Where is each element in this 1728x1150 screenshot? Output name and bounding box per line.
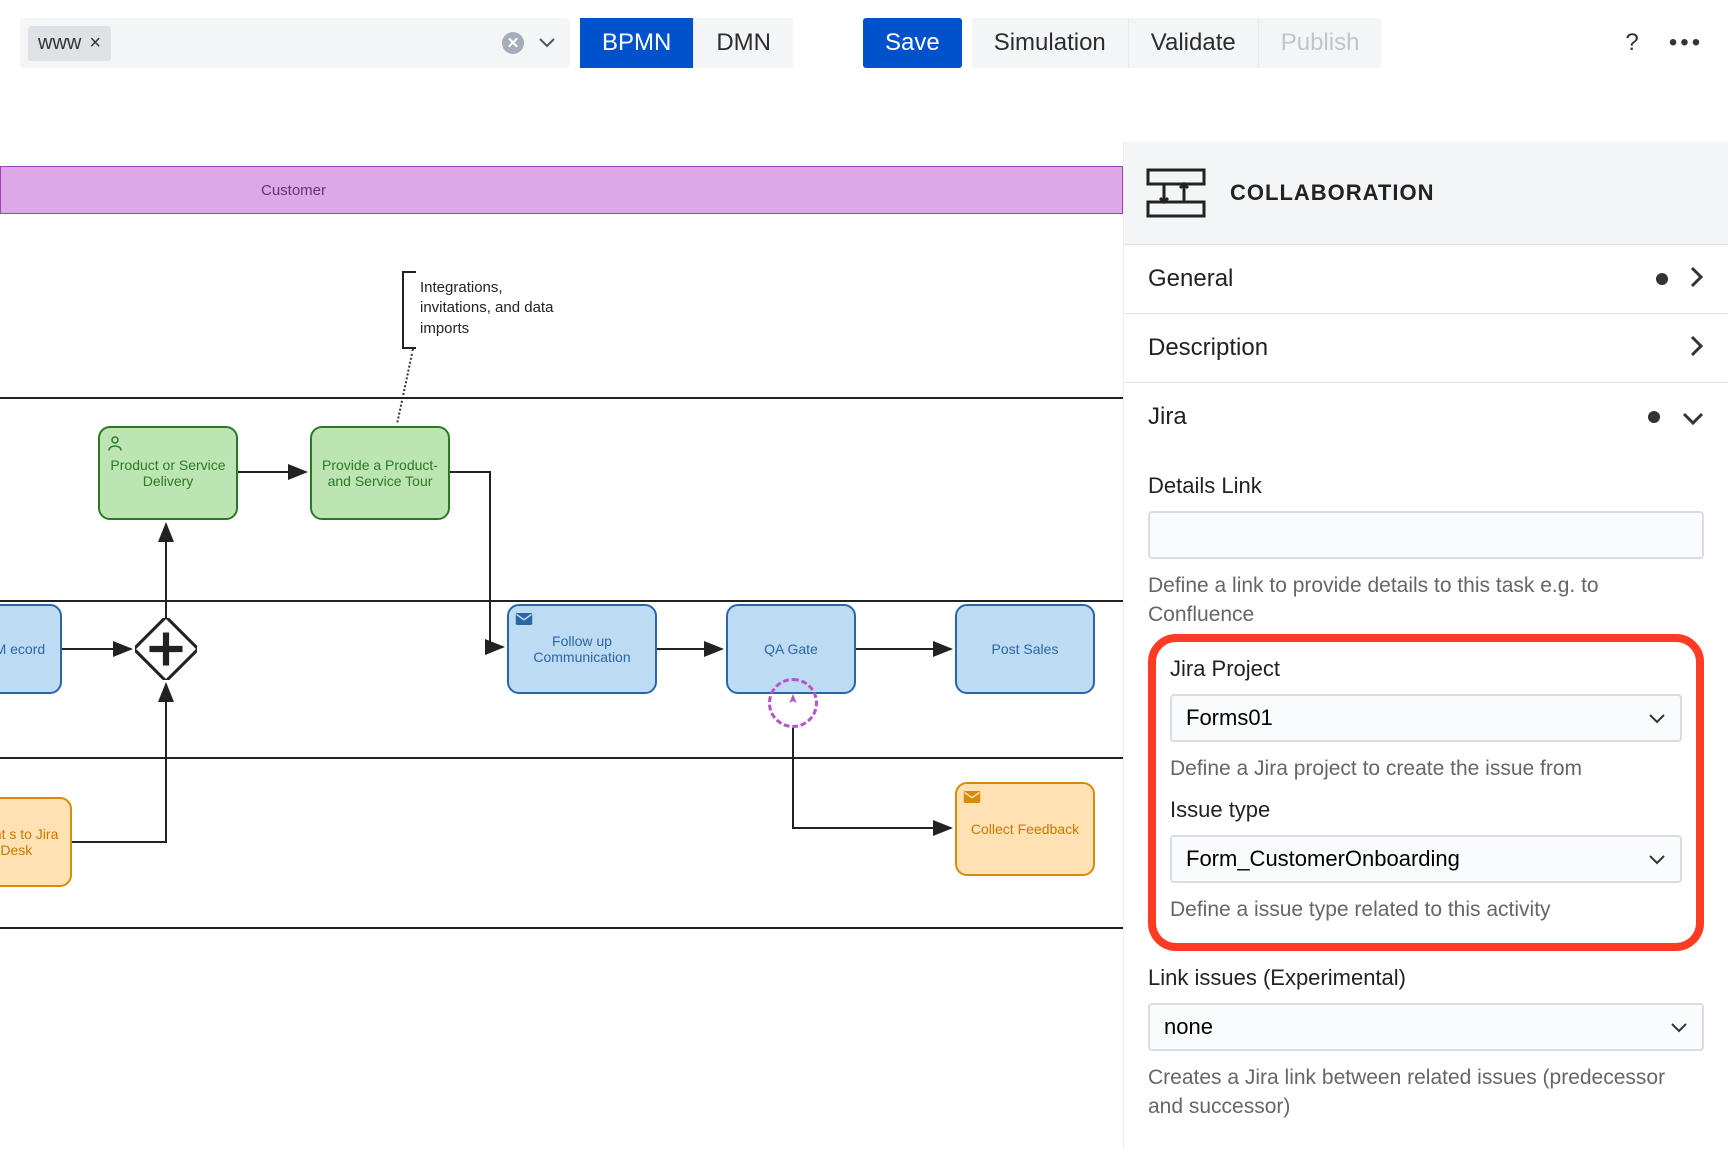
node-followup[interactable]: Follow up Communication (507, 604, 657, 694)
simulation-button[interactable]: Simulation (972, 18, 1129, 68)
highlight-annotation: Jira Project Forms01 Define a Jira proje… (1148, 634, 1704, 951)
node-product-delivery[interactable]: Product or Service Delivery (98, 426, 238, 520)
save-button[interactable]: Save (863, 18, 962, 68)
gateway-parallel[interactable] (135, 618, 197, 680)
chevron-right-icon (1690, 332, 1704, 364)
side-panel: COLLABORATION General Description Jira (1123, 142, 1728, 1150)
pool-label: Customer (261, 182, 326, 199)
annotation-text: Integrations, invitations, and data impo… (420, 278, 570, 339)
jira-project-help: Define a Jira project to create the issu… (1170, 754, 1682, 783)
tab-bpmn[interactable]: BPMN (580, 18, 694, 68)
details-link-label: Details Link (1148, 473, 1704, 499)
bpmn-canvas[interactable]: Customer Integrations, invitations, and … (0, 142, 1123, 1150)
node-crm[interactable]: te CRM ecord (0, 604, 62, 694)
more-menu-icon[interactable]: ••• (1664, 18, 1708, 68)
node-jira-desk[interactable]: relevant s to Jira ce Desk (0, 797, 72, 887)
action-tabs: Simulation Validate Publish (972, 18, 1382, 68)
tag-input[interactable]: www ✕ (20, 18, 570, 68)
issue-type-help: Define a issue type related to this acti… (1170, 895, 1682, 924)
diagram-type-tabs: BPMN DMN (580, 18, 793, 68)
pool-customer[interactable]: Customer (0, 166, 1123, 214)
section-label: General (1148, 265, 1233, 293)
node-label: relevant s to Jira ce Desk (0, 826, 64, 858)
details-link-input[interactable] (1148, 511, 1704, 559)
lane-line-1 (0, 397, 1123, 399)
tag-label: www (38, 32, 81, 55)
lane-line-4 (0, 927, 1123, 929)
jira-project-select[interactable]: Forms01 (1170, 694, 1682, 742)
node-collect-feedback[interactable]: Collect Feedback (955, 782, 1095, 876)
node-label: Product or Service Delivery (106, 457, 230, 489)
mail-icon (963, 790, 981, 804)
jira-project-label: Jira Project (1170, 656, 1682, 682)
section-label: Jira (1148, 403, 1187, 431)
node-label: Post Sales (992, 641, 1059, 657)
help-button[interactable]: ? (1610, 18, 1654, 68)
node-label: Collect Feedback (971, 821, 1079, 837)
chevron-down-icon (1648, 705, 1666, 731)
lane-line-3 (0, 757, 1123, 759)
tab-dmn[interactable]: DMN (694, 18, 793, 68)
panel-title: COLLABORATION (1230, 180, 1434, 206)
clear-icon[interactable]: ✕ (502, 32, 524, 54)
compass-icon[interactable] (768, 678, 818, 728)
select-value: Forms01 (1186, 705, 1273, 731)
issue-type-select[interactable]: Form_CustomerOnboarding (1170, 835, 1682, 883)
node-post-sales[interactable]: Post Sales (955, 604, 1095, 694)
status-dot-icon (1648, 411, 1660, 423)
user-icon (106, 434, 124, 452)
details-link-help: Define a link to provide details to this… (1148, 571, 1704, 630)
section-jira[interactable]: Jira (1124, 383, 1728, 451)
node-label: te CRM ecord (0, 641, 45, 657)
link-issues-label: Link issues (Experimental) (1148, 965, 1704, 991)
main: Customer Integrations, invitations, and … (0, 142, 1728, 1150)
jira-section-body: Details Link Define a link to provide de… (1124, 451, 1728, 1133)
panel-header: COLLABORATION (1124, 142, 1728, 245)
chevron-down-icon (1682, 401, 1704, 433)
mail-icon (515, 612, 533, 626)
chevron-right-icon (1690, 263, 1704, 295)
section-description[interactable]: Description (1124, 314, 1728, 383)
chevron-down-icon[interactable] (532, 38, 562, 48)
validate-button[interactable]: Validate (1129, 18, 1259, 68)
link-issues-select[interactable]: none (1148, 1003, 1704, 1051)
annotation-bracket (402, 271, 416, 349)
node-label: Provide a Product- and Service Tour (318, 457, 442, 489)
annotation-connector (396, 349, 414, 423)
select-value: none (1164, 1014, 1213, 1040)
issue-type-label: Issue type (1170, 797, 1682, 823)
lane-line-2 (0, 600, 1123, 602)
tag-remove-icon[interactable] (89, 32, 101, 55)
chevron-down-icon (1670, 1014, 1688, 1040)
select-value: Form_CustomerOnboarding (1186, 846, 1460, 872)
section-label: Description (1148, 334, 1268, 362)
collaboration-icon (1146, 168, 1206, 218)
tag-www[interactable]: www (28, 26, 111, 61)
node-product-tour[interactable]: Provide a Product- and Service Tour (310, 426, 450, 520)
chevron-down-icon (1648, 846, 1666, 872)
node-label: Follow up Communication (515, 633, 649, 665)
node-label: QA Gate (764, 641, 818, 657)
section-general[interactable]: General (1124, 245, 1728, 314)
toolbar: www ✕ BPMN DMN Save Simulation Validate … (0, 0, 1728, 90)
status-dot-icon (1656, 273, 1668, 285)
publish-button[interactable]: Publish (1259, 18, 1382, 68)
link-issues-help: Creates a Jira link between related issu… (1148, 1063, 1704, 1122)
